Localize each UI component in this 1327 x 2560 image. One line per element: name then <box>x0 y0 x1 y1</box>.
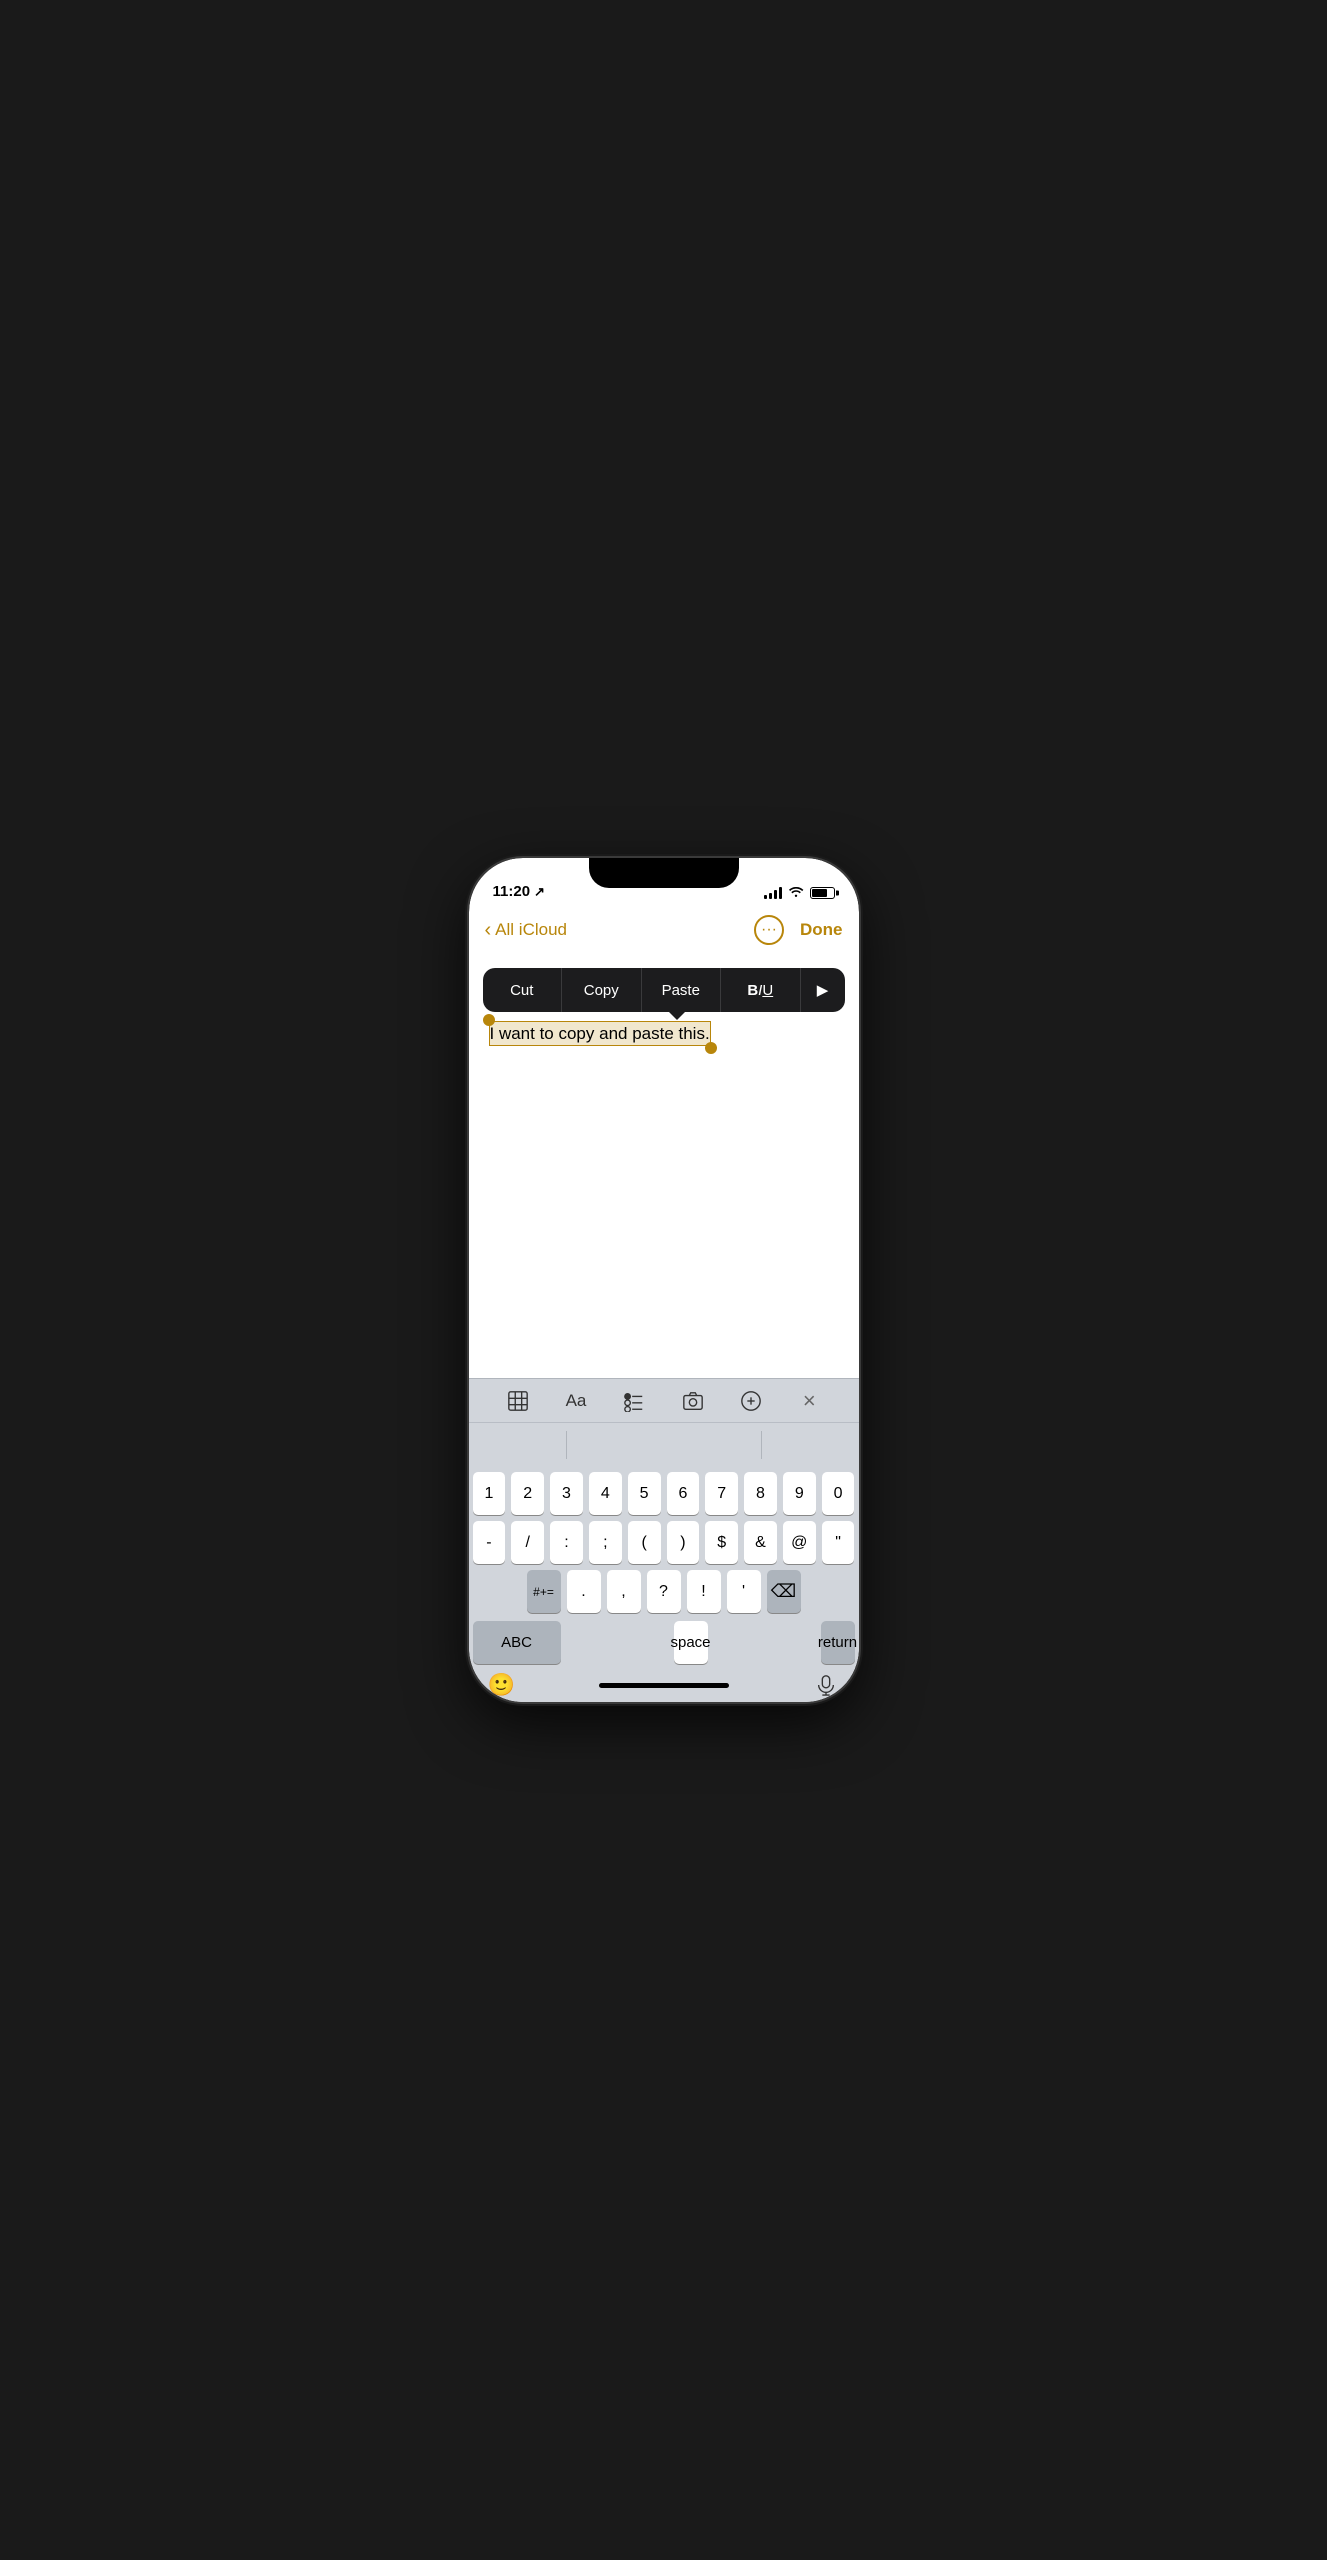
key-comma[interactable]: , <box>607 1570 641 1613</box>
key-open-paren[interactable]: ( <box>628 1521 661 1564</box>
cut-menu-item[interactable]: Cut <box>483 968 563 1012</box>
key-semicolon[interactable]: ; <box>589 1521 622 1564</box>
back-label: All iCloud <box>495 920 567 940</box>
key-exclaim[interactable]: ! <box>687 1570 721 1613</box>
keyboard-row-bottom: ABC space return <box>469 1613 859 1668</box>
nav-right-actions: ··· Done <box>754 915 843 945</box>
status-icons <box>764 885 835 900</box>
selected-text-container: I want to copy and paste this. <box>489 1022 711 1046</box>
location-arrow-icon: ↗ <box>534 884 545 900</box>
key-quote[interactable]: " <box>822 1521 855 1564</box>
key-question[interactable]: ? <box>647 1570 681 1613</box>
battery-icon <box>810 887 835 899</box>
close-icon: × <box>803 1388 816 1414</box>
key-dash[interactable]: - <box>473 1521 506 1564</box>
key-2[interactable]: 2 <box>511 1472 544 1515</box>
more-symbols-button[interactable]: #+= <box>527 1570 561 1613</box>
emoji-button[interactable]: 🙂 <box>481 1672 523 1698</box>
more-options-button[interactable]: ··· <box>754 915 784 945</box>
key-3[interactable]: 3 <box>550 1472 583 1515</box>
checklist-toolbar-button[interactable] <box>616 1383 652 1419</box>
key-0[interactable]: 0 <box>822 1472 855 1515</box>
more-format-button[interactable]: ▶ <box>801 968 845 1012</box>
keyboard-row-numbers: 1 2 3 4 5 6 7 8 9 0 <box>469 1466 859 1515</box>
editor-content-area[interactable]: Cut Copy Paste BIU ▶ I want to copy and … <box>469 952 859 1378</box>
key-colon[interactable]: : <box>550 1521 583 1564</box>
key-slash[interactable]: / <box>511 1521 544 1564</box>
back-button[interactable]: ‹ All iCloud <box>485 920 567 940</box>
return-button[interactable]: return <box>821 1621 855 1664</box>
bold-label: B <box>747 982 758 999</box>
compose-toolbar-button[interactable] <box>733 1383 769 1419</box>
home-indicator-bar <box>599 1683 729 1688</box>
close-toolbar-button[interactable]: × <box>791 1383 827 1419</box>
key-at[interactable]: @ <box>783 1521 816 1564</box>
context-menu: Cut Copy Paste BIU ▶ <box>483 968 845 1012</box>
key-dollar[interactable]: $ <box>705 1521 738 1564</box>
keyboard-row-punctuation: #+= . , ? ! ' ⌫ <box>469 1564 859 1613</box>
key-apostrophe[interactable]: ' <box>727 1570 761 1613</box>
keyboard-row-symbols: - / : ; ( ) $ & @ " <box>469 1515 859 1564</box>
microphone-button[interactable] <box>805 1674 847 1696</box>
table-toolbar-button[interactable] <box>500 1383 536 1419</box>
key-5[interactable]: 5 <box>628 1472 661 1515</box>
text-editor[interactable]: I want to copy and paste this. <box>489 1022 839 1046</box>
status-time: 11:20 ↗ <box>493 883 545 900</box>
backspace-button[interactable]: ⌫ <box>767 1570 801 1613</box>
keyboard-bottom-bar: 🙂 <box>469 1668 859 1702</box>
key-7[interactable]: 7 <box>705 1472 738 1515</box>
key-1[interactable]: 1 <box>473 1472 506 1515</box>
chevron-left-icon: ‹ <box>485 920 492 940</box>
copy-menu-item[interactable]: Copy <box>562 968 642 1012</box>
key-6[interactable]: 6 <box>667 1472 700 1515</box>
key-close-paren[interactable]: ) <box>667 1521 700 1564</box>
suggestion-bar <box>469 1422 859 1466</box>
chevron-right-icon: ▶ <box>817 981 829 999</box>
ellipsis-icon: ··· <box>761 921 777 939</box>
key-8[interactable]: 8 <box>744 1472 777 1515</box>
key-ampersand[interactable]: & <box>744 1521 777 1564</box>
space-button[interactable]: space <box>674 1621 708 1664</box>
signal-icon <box>764 887 782 899</box>
abc-button[interactable]: ABC <box>473 1621 561 1664</box>
done-button[interactable]: Done <box>800 920 843 940</box>
selection-handle-right <box>705 1042 717 1054</box>
biu-menu-item[interactable]: BIU <box>721 968 801 1012</box>
selected-text: I want to copy and paste this. <box>489 1021 711 1046</box>
key-period[interactable]: . <box>567 1570 601 1613</box>
selection-handle-left <box>483 1014 495 1026</box>
keyboard-toolbar: Aa <box>469 1378 859 1422</box>
wifi-icon <box>788 885 804 900</box>
paste-menu-item[interactable]: Paste <box>642 968 722 1012</box>
camera-toolbar-button[interactable] <box>675 1383 711 1419</box>
keyboard: 1 2 3 4 5 6 7 8 9 0 - / : ; ( ) $ & <box>469 1422 859 1702</box>
font-toolbar-button[interactable]: Aa <box>558 1383 594 1419</box>
underline-label: U <box>762 982 773 999</box>
key-9[interactable]: 9 <box>783 1472 816 1515</box>
key-4[interactable]: 4 <box>589 1472 622 1515</box>
navigation-bar: ‹ All iCloud ··· Done <box>469 908 859 952</box>
